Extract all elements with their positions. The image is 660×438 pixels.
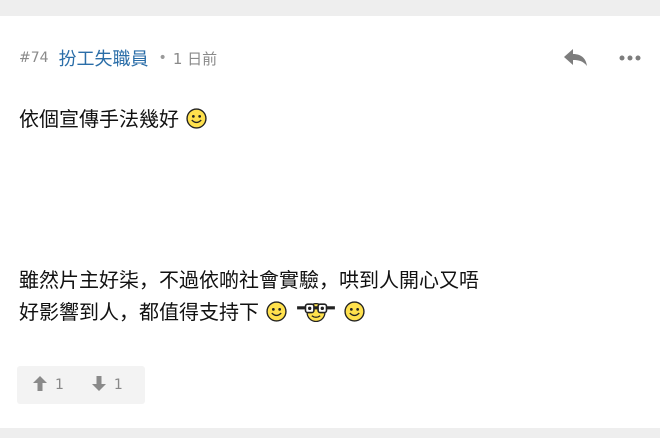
smile-emoji-icon: [186, 106, 207, 138]
content-line: 雖然片主好柒，不過依啲社會實驗，哄到人開心又唔: [19, 264, 641, 296]
username-link[interactable]: 扮工失職員: [59, 45, 149, 71]
upvote-arrow-icon: [33, 375, 47, 395]
downvote-count: 1: [113, 377, 123, 393]
post-time: 1 日前: [172, 49, 218, 68]
vote-bar: 1 1: [17, 366, 145, 404]
post-header: #74 扮工失職員 • 1 日前: [19, 42, 641, 74]
post-actions: [563, 48, 641, 68]
content-text: 好影響到人，都值得支持下: [19, 300, 259, 324]
content-line: 好影響到人，都值得支持下: [19, 296, 641, 331]
downvote-button[interactable]: 1: [64, 375, 123, 395]
content-text: 依個宣傳手法幾好: [19, 107, 179, 131]
goggles-emoji-icon: [295, 299, 337, 331]
downvote-arrow-icon: [91, 375, 106, 395]
content-line: 依個宣傳手法幾好: [19, 103, 641, 138]
smile-emoji-icon: [266, 299, 287, 331]
meta-separator: •: [158, 50, 167, 66]
floor-number: #74: [19, 50, 49, 66]
post-card: #74 扮工失職員 • 1 日前 依個宣傳手法幾好 雖然片主好柒，不過依啲社會實…: [0, 16, 660, 428]
post-content: 依個宣傳手法幾好 雖然片主好柒，不過依啲社會實驗，哄到人開心又唔 好影響到人，都…: [19, 103, 641, 331]
upvote-count: 1: [55, 377, 64, 393]
smile-emoji-icon: [344, 299, 365, 331]
reply-icon[interactable]: [563, 48, 589, 68]
upvote-button[interactable]: 1: [17, 375, 64, 395]
more-icon[interactable]: [619, 55, 641, 61]
content-text: 雖然片主好柒，不過依啲社會實驗，哄到人開心又唔: [19, 268, 479, 292]
